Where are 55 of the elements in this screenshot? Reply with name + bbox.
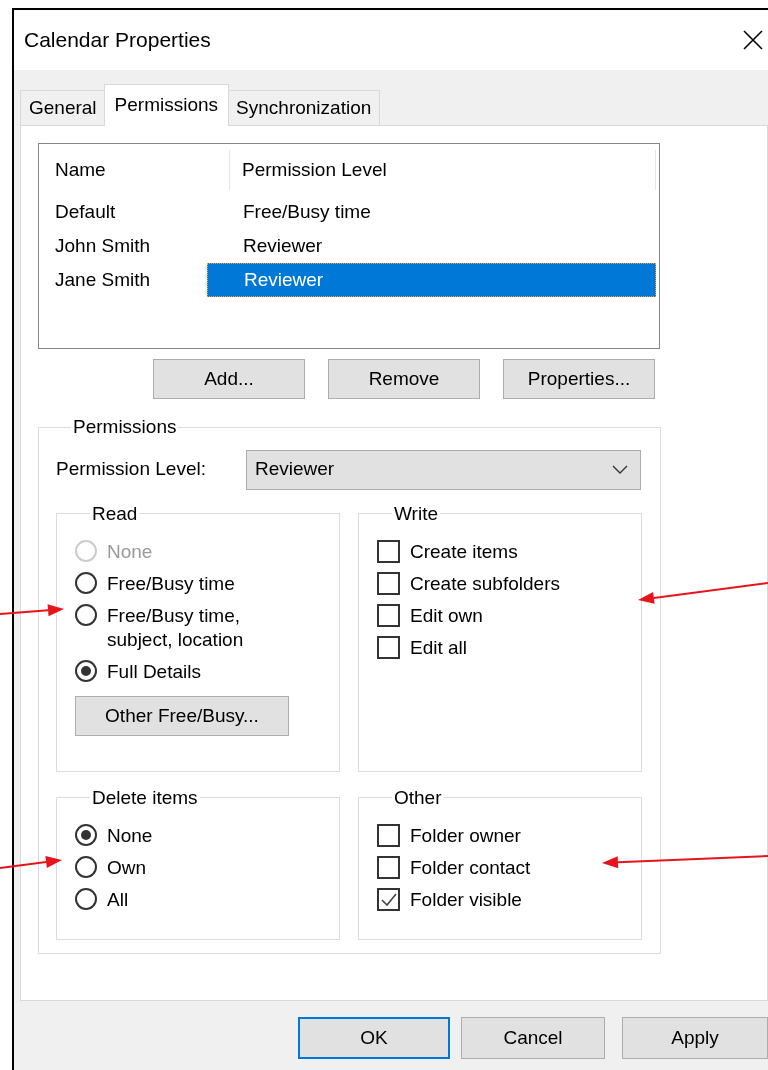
push-button[interactable]: Other Free/Busy... (75, 696, 289, 736)
group-title: Other (393, 785, 443, 810)
push-button[interactable]: Remove (328, 359, 480, 399)
radio-button[interactable] (75, 888, 97, 910)
checkbox[interactable] (377, 604, 400, 627)
tab[interactable]: General (20, 90, 106, 126)
tab[interactable]: Permissions (103, 84, 230, 126)
checkbox[interactable] (377, 824, 400, 847)
push-button[interactable]: Add... (153, 359, 305, 399)
option-label: Folder contact (410, 856, 531, 880)
option-label: Folder owner (410, 824, 521, 848)
close-icon[interactable] (742, 29, 764, 51)
push-button[interactable]: Properties... (503, 359, 655, 399)
radio-button[interactable] (75, 604, 97, 626)
radio-button[interactable] (75, 856, 97, 878)
group-title: Permissions (72, 415, 178, 439)
option-label: None (107, 540, 154, 564)
checkbox[interactable] (377, 856, 400, 879)
permission-level-label: Permission Level: (56, 457, 207, 482)
group-title: Delete items (91, 785, 199, 810)
option-label: Edit all (410, 636, 468, 660)
option-label: Free/Busy time, subject, location (107, 604, 245, 652)
option-label: Create items (410, 540, 518, 564)
chevron-down-icon (612, 464, 628, 475)
option-label: Full Details (107, 660, 202, 684)
option-label: Free/Busy time (107, 572, 236, 596)
option-label: Create subfolders (410, 572, 560, 596)
table-cell[interactable]: Free/Busy time (207, 195, 656, 229)
checkbox[interactable] (377, 572, 400, 595)
option-label: All (107, 888, 130, 912)
group-title: Read (91, 501, 139, 526)
permission-level-dropdown[interactable]: Reviewer (246, 449, 641, 490)
radio-button[interactable] (75, 572, 97, 594)
checkbox[interactable] (377, 636, 400, 659)
checkbox[interactable] (377, 540, 400, 563)
radio-button[interactable] (75, 824, 97, 846)
group-title: Write (393, 501, 439, 526)
radio-button[interactable] (75, 660, 97, 682)
push-button[interactable]: Apply (622, 1017, 768, 1059)
table-cell[interactable]: Reviewer (207, 229, 656, 263)
option-label: None (107, 824, 154, 848)
table-cell-text: John Smith (54, 233, 152, 258)
option-label: Own (107, 856, 148, 880)
table-cell-text: Default (54, 199, 117, 224)
window-title: Calendar Properties (24, 27, 211, 54)
column-header[interactable]: Name (39, 150, 230, 190)
push-button[interactable]: OK (298, 1017, 450, 1059)
column-header[interactable]: Permission Level (230, 150, 656, 190)
option-label: Edit own (410, 604, 483, 628)
table-cell[interactable]: Reviewer (207, 263, 656, 297)
tab[interactable]: Synchronization (227, 90, 381, 126)
table-cell-text: Jane Smith (54, 267, 152, 292)
push-button[interactable]: Cancel (461, 1017, 605, 1059)
checkbox[interactable] (377, 888, 400, 911)
option-label: Folder visible (410, 888, 522, 912)
